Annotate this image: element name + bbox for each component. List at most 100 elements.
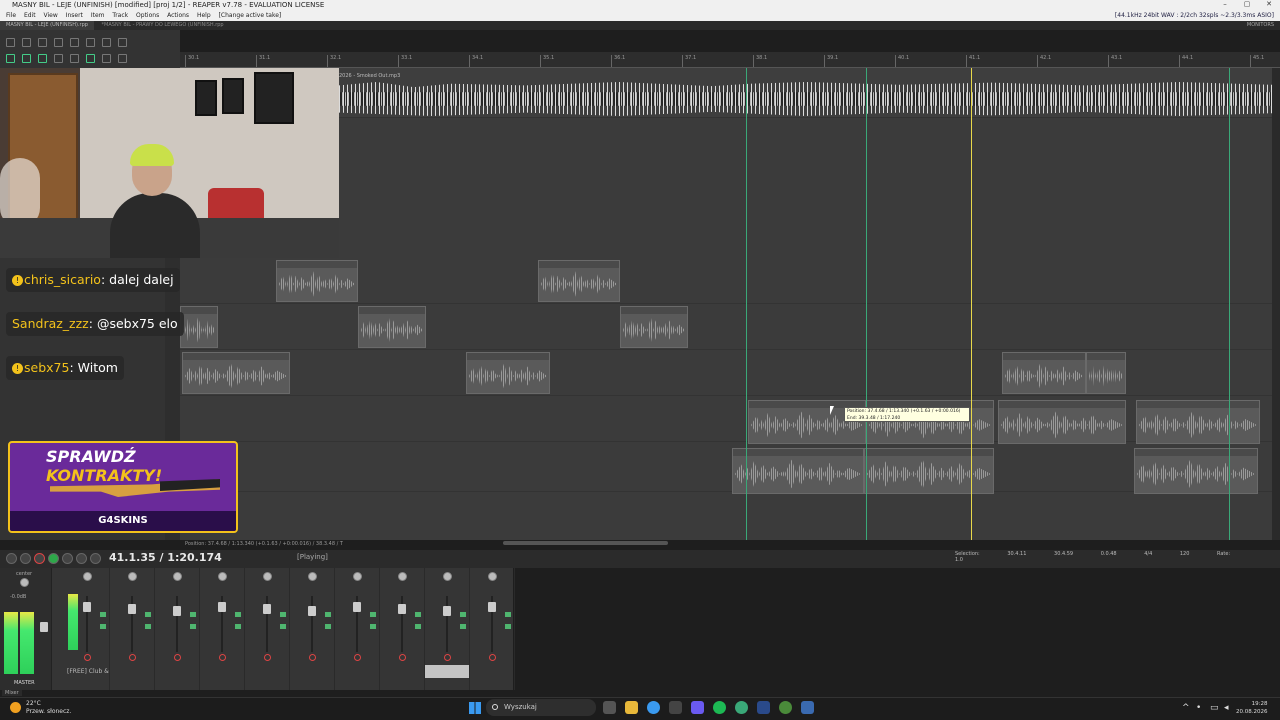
pan-knob[interactable] xyxy=(218,572,227,581)
fx-button[interactable] xyxy=(370,624,376,629)
volume-fader[interactable] xyxy=(218,602,226,612)
menu-change-active-take[interactable]: [Change active take] xyxy=(219,12,282,19)
media-item[interactable] xyxy=(1086,352,1126,394)
save-project-icon[interactable] xyxy=(38,38,47,47)
pencil-icon[interactable] xyxy=(118,54,127,63)
master-pan-knob[interactable] xyxy=(20,578,29,587)
fx-button[interactable] xyxy=(325,612,331,617)
pan-knob[interactable] xyxy=(173,572,182,581)
menu-insert[interactable]: Insert xyxy=(66,12,83,19)
media-item[interactable] xyxy=(358,306,426,348)
go-to-end-icon[interactable] xyxy=(90,553,101,564)
media-item[interactable] xyxy=(276,260,358,302)
fx-button[interactable] xyxy=(415,624,421,629)
fx-button[interactable] xyxy=(505,612,511,617)
media-item[interactable] xyxy=(1002,352,1086,394)
ripple-icon[interactable] xyxy=(22,54,31,63)
fx-button[interactable] xyxy=(190,624,196,629)
play-icon[interactable] xyxy=(48,553,59,564)
volume-fader[interactable] xyxy=(398,604,406,614)
master-fader[interactable] xyxy=(40,622,48,632)
time-signature[interactable]: 4/4 xyxy=(1144,551,1152,557)
app-icon[interactable] xyxy=(669,701,682,714)
selected-track-name[interactable] xyxy=(425,665,469,678)
open-project-icon[interactable] xyxy=(22,38,31,47)
record-arm-icon[interactable] xyxy=(354,654,361,661)
lock-icon[interactable] xyxy=(102,54,111,63)
selection-start[interactable]: 30.4.11 xyxy=(1007,551,1026,557)
pan-knob[interactable] xyxy=(398,572,407,581)
volume-fader[interactable] xyxy=(308,606,316,616)
fx-button[interactable] xyxy=(505,624,511,629)
fx-button[interactable] xyxy=(190,612,196,617)
steam-icon[interactable] xyxy=(757,701,770,714)
rate-value[interactable]: 1.0 xyxy=(955,557,963,563)
media-item[interactable] xyxy=(620,306,688,348)
media-item[interactable] xyxy=(1134,448,1258,494)
record-arm-icon[interactable] xyxy=(264,654,271,661)
project-settings-icon[interactable] xyxy=(54,38,63,47)
record-arm-icon[interactable] xyxy=(84,654,91,661)
volume-fader[interactable] xyxy=(263,604,271,614)
timeline-ruler[interactable]: 30.1 31.1 32.1 33.1 34.1 35.1 36.1 37.1 … xyxy=(180,52,1280,68)
pan-knob[interactable] xyxy=(263,572,272,581)
spotify-icon[interactable] xyxy=(713,701,726,714)
fx-button[interactable] xyxy=(145,624,151,629)
fx-button[interactable] xyxy=(235,624,241,629)
transport-timecode[interactable]: 41.1.35 / 1:20.174 xyxy=(109,551,222,564)
menu-edit[interactable]: Edit xyxy=(24,12,36,19)
pan-knob[interactable] xyxy=(353,572,362,581)
grid-icon[interactable] xyxy=(118,38,127,47)
media-item[interactable] xyxy=(466,352,550,394)
taskbar-clock[interactable]: 19:28 20.08.2026 xyxy=(1236,700,1268,716)
weather-icon[interactable] xyxy=(10,702,21,713)
time-selection-start[interactable] xyxy=(746,68,747,540)
fx-button[interactable] xyxy=(460,624,466,629)
windows-start-icon[interactable] xyxy=(469,702,481,714)
file-explorer-icon[interactable] xyxy=(625,701,638,714)
media-item[interactable] xyxy=(732,448,864,494)
record-arm-icon[interactable] xyxy=(444,654,451,661)
envelope-lock-icon[interactable] xyxy=(54,54,63,63)
media-item[interactable] xyxy=(998,400,1126,444)
menu-options[interactable]: Options xyxy=(136,12,159,19)
record-arm-icon[interactable] xyxy=(219,654,226,661)
menu-file[interactable]: File xyxy=(6,12,16,19)
selection-length[interactable]: 0.0.48 xyxy=(1101,551,1117,557)
record-arm-icon[interactable] xyxy=(129,654,136,661)
menu-item[interactable]: Item xyxy=(91,12,105,19)
fx-button[interactable] xyxy=(100,624,106,629)
minimize-icon[interactable]: – xyxy=(1214,0,1236,8)
volume-fader[interactable] xyxy=(83,602,91,612)
new-project-icon[interactable] xyxy=(6,38,15,47)
pan-knob[interactable] xyxy=(308,572,317,581)
mixer-tab[interactable]: Mixer xyxy=(2,690,22,696)
pan-knob[interactable] xyxy=(488,572,497,581)
mic-icon[interactable]: • xyxy=(1196,703,1201,713)
volume-fader[interactable] xyxy=(173,606,181,616)
media-item[interactable] xyxy=(182,352,290,394)
tray-chevron-icon[interactable]: ^ xyxy=(1182,703,1190,713)
loop-end-marker[interactable] xyxy=(1229,68,1230,540)
undo-icon[interactable] xyxy=(70,38,79,47)
reaper-icon[interactable] xyxy=(801,701,814,714)
selection-end[interactable]: 30.4.59 xyxy=(1054,551,1073,557)
grouping-icon[interactable] xyxy=(38,54,47,63)
marker-line[interactable] xyxy=(866,68,867,540)
loop-icon[interactable] xyxy=(86,54,95,63)
project-tab-active[interactable]: MASNY BIL - LEJE (UNFINISH).rpp xyxy=(0,21,94,30)
bpm[interactable]: 120 xyxy=(1180,551,1190,557)
chrome-icon[interactable] xyxy=(647,701,660,714)
volume-icon[interactable]: ◂ xyxy=(1224,703,1229,713)
pan-knob[interactable] xyxy=(443,572,452,581)
menu-actions[interactable]: Actions xyxy=(167,12,189,19)
task-view-icon[interactable] xyxy=(603,701,616,714)
volume-fader[interactable] xyxy=(353,602,361,612)
crossfade-icon[interactable] xyxy=(70,54,79,63)
fx-button[interactable] xyxy=(235,612,241,617)
metronome-icon[interactable] xyxy=(102,38,111,47)
project-tab[interactable]: *MASNY BIL - PRAWY DO LEWEGO (UNFINISH.r… xyxy=(96,21,230,30)
audio-device-info[interactable]: [44.1kHz 24bit WAV : 2/2ch 32spls ~2.3/3… xyxy=(1115,11,1274,21)
fx-button[interactable] xyxy=(370,612,376,617)
repeat-icon[interactable] xyxy=(62,553,73,564)
